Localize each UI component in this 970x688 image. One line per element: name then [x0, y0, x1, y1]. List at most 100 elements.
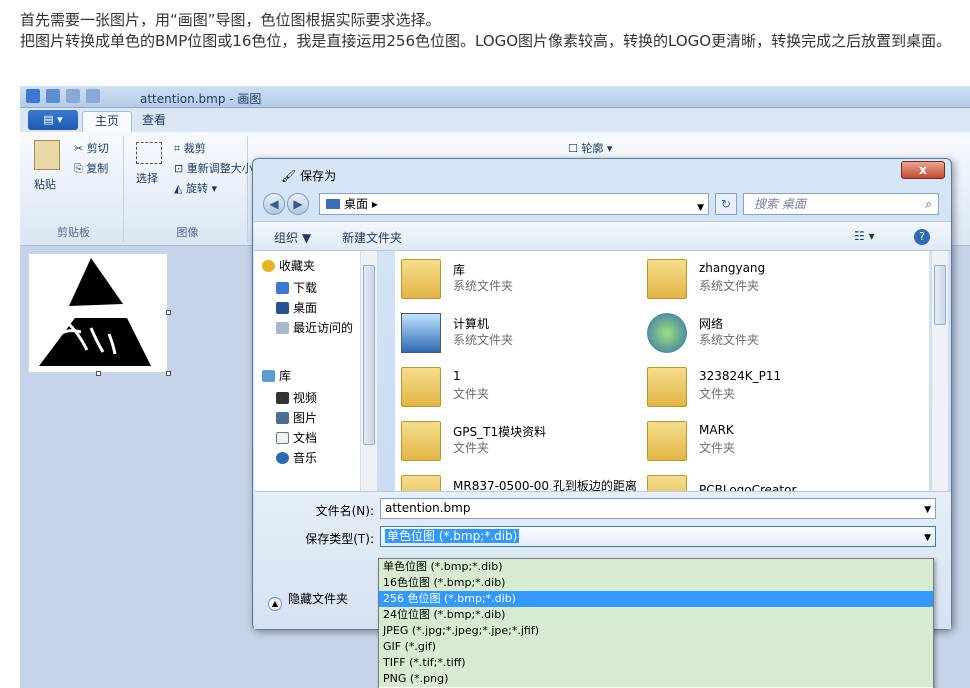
list-item[interactable]: PCBLogoCreator: [647, 471, 887, 491]
file-list-scrollbar-thumb[interactable]: [934, 265, 946, 325]
network-icon: [647, 313, 687, 353]
file-name: PCBLogoCreator: [699, 483, 797, 491]
filetype-dropdown-list: 单色位图 (*.bmp;*.dib) 16色位图 (*.bmp;*.dib) 2…: [378, 558, 934, 688]
filetype-option[interactable]: 24位位图 (*.bmp;*.dib): [379, 607, 933, 623]
hide-folders-button[interactable]: ▲ 隐藏文件夹: [268, 590, 348, 611]
filename-label: 文件名(N):: [315, 504, 374, 518]
filetype-option-selected[interactable]: 256 色位图 (*.bmp;*.dib): [379, 591, 933, 607]
filetype-option[interactable]: JPEG (*.jpg;*.jpeg;*.jpe;*.jfif): [379, 623, 933, 639]
resize-handle-bottom[interactable]: [96, 371, 101, 376]
nav-label-documents: 文档: [293, 431, 318, 445]
filetype-option[interactable]: 16色位图 (*.bmp;*.dib): [379, 575, 933, 591]
nav-libraries[interactable]: 库: [262, 367, 291, 384]
outline-label: 轮廓: [581, 142, 604, 155]
nav-videos[interactable]: 视频: [276, 389, 317, 406]
dialog-title: 🖌 保存为: [281, 169, 337, 183]
folder-icon: [401, 475, 441, 491]
file-name: 323824K_P11: [699, 369, 782, 383]
nav-scrollbar[interactable]: [360, 251, 377, 491]
address-bar[interactable]: 桌面 ▸ ▼: [319, 193, 709, 215]
nav-downloads[interactable]: 下载: [276, 279, 317, 296]
new-folder-button[interactable]: 新建文件夹: [342, 229, 402, 246]
outline-button[interactable]: ☐ 轮廓 ▾: [568, 140, 612, 156]
filename-dropdown-icon[interactable]: ▼: [924, 501, 931, 520]
cut-label: 剪切: [86, 142, 109, 155]
paint-app-icon[interactable]: [26, 89, 40, 103]
refresh-button[interactable]: ↻: [715, 193, 737, 215]
copy-button[interactable]: ⎘ 复制: [74, 160, 108, 176]
tab-view[interactable]: 查看: [130, 111, 178, 132]
forward-button[interactable]: ▶: [287, 193, 309, 215]
rotate-button[interactable]: ◭ 旋转 ▾: [174, 180, 217, 196]
address-bar-row: ◀ ▶ 桌面 ▸ ▼ ↻ 搜索 桌面 ⌕: [259, 191, 945, 217]
filetype-option[interactable]: GIF (*.gif): [379, 639, 933, 655]
filetype-value: 单色位图 (*.bmp;*.dib): [385, 529, 520, 543]
nav-documents[interactable]: 文档: [276, 429, 317, 446]
list-item[interactable]: GPS_T1模块资料 文件夹: [401, 417, 641, 465]
resize-handle-corner[interactable]: [166, 371, 171, 376]
help-icon[interactable]: ?: [914, 229, 930, 245]
chevron-up-icon: ▲: [268, 597, 282, 611]
rotate-label: 旋转: [185, 182, 208, 195]
file-name: 网络: [699, 317, 724, 331]
nav-label-favorites: 收藏夹: [279, 259, 316, 273]
quick-access-toolbar: [26, 89, 100, 103]
list-item[interactable]: MARK 文件夹: [647, 417, 887, 465]
tab-home[interactable]: 主页: [82, 111, 133, 132]
nav-favorites[interactable]: 收藏夹: [262, 257, 315, 274]
nav-scrollbar-thumb[interactable]: [363, 265, 375, 445]
desktop-icon: [276, 302, 289, 314]
list-item[interactable]: 1 文件夹: [401, 363, 641, 411]
save-icon[interactable]: [46, 89, 60, 103]
cut-button[interactable]: ✂ 剪切: [74, 140, 109, 156]
resize-button[interactable]: ⊡ 重新调整大小: [174, 160, 253, 176]
file-type: 系统文件夹: [453, 333, 514, 347]
back-button[interactable]: ◀: [263, 193, 285, 215]
copy-label: 复制: [86, 162, 109, 175]
address-dropdown-icon[interactable]: ▼: [697, 198, 704, 218]
redo-icon[interactable]: [86, 89, 100, 103]
file-name: 1: [453, 369, 461, 383]
paste-icon[interactable]: [34, 140, 60, 170]
file-name: GPS_T1模块资料: [453, 425, 547, 439]
list-item[interactable]: 网络 系统文件夹: [647, 309, 887, 357]
intro-text: 首先需要一张图片，用“画图”导图，色位图根据实际要求选择。 把图片转换成单色的B…: [20, 10, 965, 52]
select-button[interactable]: 选择: [136, 170, 158, 186]
intro-line-1: 首先需要一张图片，用“画图”导图，色位图根据实际要求选择。: [20, 11, 441, 29]
list-item[interactable]: 计算机 系统文件夹: [401, 309, 641, 357]
view-options-icon[interactable]: ☷ ▾: [854, 229, 875, 243]
ribbon-tabs: ▤ ▾ 主页 查看: [20, 108, 970, 132]
undo-icon[interactable]: [66, 89, 80, 103]
nav-music[interactable]: 音乐: [276, 449, 317, 466]
resize-handle-right[interactable]: [166, 310, 171, 315]
select-icon[interactable]: [136, 142, 162, 164]
paste-button[interactable]: 粘贴: [34, 176, 56, 192]
list-item[interactable]: 库系统文件夹: [401, 255, 641, 303]
organize-button[interactable]: 组织 ▼: [274, 229, 311, 246]
image-canvas[interactable]: [29, 254, 167, 372]
nav-desktop[interactable]: 桌面: [276, 299, 317, 316]
filetype-dropdown-icon[interactable]: ▼: [924, 529, 931, 548]
filetype-option[interactable]: 单色位图 (*.bmp;*.dib): [379, 559, 933, 575]
list-item[interactable]: 323824K_P11 文件夹: [647, 363, 887, 411]
list-item[interactable]: zhangyang 系统文件夹: [647, 255, 887, 303]
filetype-option[interactable]: TIFF (*.tif;*.tiff): [379, 655, 933, 671]
list-item[interactable]: MR837-0500-00 孔到板边的距离: [401, 471, 641, 491]
search-placeholder: 搜索 桌面: [754, 197, 806, 211]
filename-input[interactable]: attention.bmp ▼: [380, 498, 936, 519]
search-input[interactable]: 搜索 桌面 ⌕: [743, 193, 939, 215]
dialog-close-button[interactable]: x: [901, 161, 945, 179]
crop-button[interactable]: ⌗ 裁剪: [174, 140, 206, 156]
folder-icon: [401, 367, 441, 407]
nav-recent[interactable]: 最近访问的: [276, 319, 353, 336]
filetype-select[interactable]: 单色位图 (*.bmp;*.dib) ▼: [380, 526, 936, 547]
file-menu-button[interactable]: ▤ ▾: [28, 110, 78, 130]
document-icon: [276, 432, 289, 444]
resize-label: 重新调整大小: [186, 162, 253, 175]
folder-icon: [647, 475, 687, 491]
nav-pictures[interactable]: 图片: [276, 409, 317, 426]
nav-label-desktop: 桌面: [293, 301, 318, 315]
file-list-scrollbar[interactable]: [931, 251, 948, 491]
file-name: MR837-0500-00 孔到板边的距离: [453, 479, 637, 491]
filetype-option[interactable]: PNG (*.png): [379, 671, 933, 687]
